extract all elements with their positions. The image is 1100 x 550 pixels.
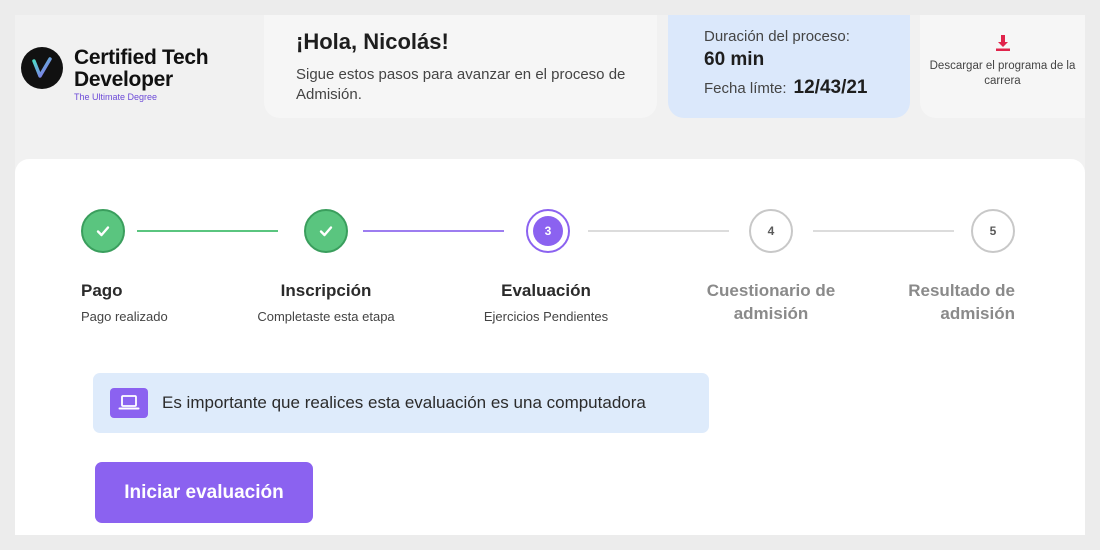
- logo-mark-icon: [21, 47, 63, 89]
- step-1-circle[interactable]: [81, 209, 125, 253]
- step-3-sublabel: Ejercicios Pendientes: [483, 309, 609, 324]
- download-program-button[interactable]: Descargar el programa de la carrera: [920, 15, 1085, 118]
- step-4-number: 4: [767, 224, 775, 238]
- computer-notice-banner: Es importante que realices esta evaluaci…: [93, 373, 709, 433]
- step-1-sublabel: Pago realizado: [81, 309, 168, 324]
- greeting-subtitle: Sigue estos pasos para avanzar en el pro…: [296, 66, 626, 103]
- duration-value: 60 min: [704, 49, 765, 70]
- duration-label: Duración del proceso:: [704, 28, 850, 45]
- brand-logo[interactable]: Certified Tech Developer The Ultimate De…: [21, 46, 209, 102]
- step-connector-1: [137, 230, 278, 232]
- step-connector-2: [363, 230, 504, 232]
- laptop-icon: [110, 388, 148, 418]
- deadline-label: Fecha límte:: [704, 80, 787, 97]
- greeting-card: ¡Hola, Nicolás! Sigue estos pasos para a…: [264, 15, 657, 118]
- notice-text: Es importante que realices esta evaluaci…: [162, 393, 646, 412]
- step-2-sublabel: Completaste esta etapa: [257, 309, 395, 324]
- step-2-circle[interactable]: [304, 209, 348, 253]
- step-connector-3: [588, 230, 729, 232]
- download-icon: [995, 35, 1010, 51]
- step-5-number: 5: [989, 224, 997, 238]
- step-5-label: Resultado de admisión: [908, 281, 1015, 323]
- deadline-value: 12/43/21: [793, 77, 868, 98]
- step-4-label: Cuestionario de admisión: [706, 281, 836, 323]
- step-3-label: Evaluación: [501, 281, 591, 300]
- brand-name-line1: Certified Tech: [74, 46, 209, 69]
- greeting-title: ¡Hola, Nicolás!: [296, 29, 449, 54]
- download-label: Descargar el programa de la carrera: [929, 60, 1076, 87]
- start-evaluation-button[interactable]: Iniciar evaluación: [95, 462, 313, 523]
- check-icon: [96, 226, 110, 237]
- step-3-circle[interactable]: 3: [526, 209, 570, 253]
- brand-tagline: The Ultimate Degree: [74, 92, 158, 102]
- step-1-label: Pago: [81, 281, 123, 300]
- step-2-label: Inscripción: [280, 281, 372, 300]
- process-info-card: Duración del proceso: 60 min Fecha límte…: [668, 15, 910, 118]
- step-4-circle[interactable]: 4: [749, 209, 793, 253]
- admission-steps-card: Pago Pago realizado Inscripción Completa…: [15, 159, 1085, 535]
- step-5-circle[interactable]: 5: [971, 209, 1015, 253]
- step-3-number: 3: [533, 216, 563, 246]
- app-frame: Certified Tech Developer The Ultimate De…: [15, 15, 1085, 535]
- step-connector-4: [813, 230, 954, 232]
- check-icon: [319, 226, 333, 237]
- brand-name-line2: Developer: [74, 68, 173, 91]
